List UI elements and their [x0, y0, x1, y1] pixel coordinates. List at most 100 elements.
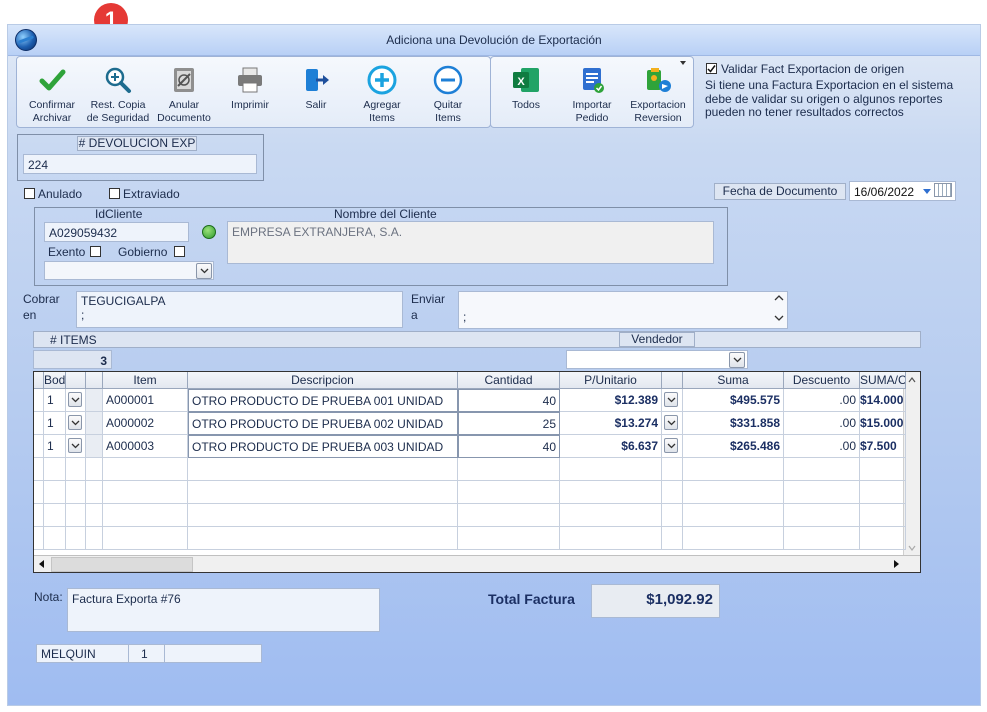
table-row[interactable]: [34, 481, 906, 504]
grid-cell[interactable]: [784, 481, 860, 504]
grid-header-cell[interactable]: Bodega: [44, 372, 66, 389]
grid-header-cell[interactable]: Descripcion: [188, 372, 458, 389]
items-grid[interactable]: Bodega ItemDescripcionCantidadP/Unitario S…: [33, 371, 921, 573]
grid-horizontal-scrollbar[interactable]: [34, 555, 920, 572]
table-row[interactable]: [34, 504, 906, 527]
grid-cell[interactable]: [860, 481, 906, 504]
table-row[interactable]: 1 A000003 OTRO PRODUCTO DE PRUEBA 003 UNID…: [34, 435, 906, 458]
row-dropdown-button[interactable]: [66, 389, 86, 412]
chevron-down-icon[interactable]: [68, 438, 82, 453]
bodega-cell[interactable]: 1: [44, 412, 66, 435]
grid-cell[interactable]: [784, 527, 860, 550]
verify-client-icon[interactable]: [202, 225, 216, 239]
exportacion-reversion-button[interactable]: Exportacion Reversion: [623, 57, 693, 125]
grid-cell[interactable]: [188, 527, 458, 550]
agregar-items-button[interactable]: Agregar Items: [347, 57, 417, 125]
grid-cell[interactable]: [86, 481, 103, 504]
confirmar-archivar-button[interactable]: Confirmar Archivar: [17, 57, 87, 125]
validar-checkbox[interactable]: [706, 63, 717, 74]
grid-header-cell[interactable]: Cantidad: [458, 372, 560, 389]
scroll-left-icon[interactable]: [34, 556, 50, 572]
grid-header-cell[interactable]: Item: [103, 372, 188, 389]
sumacon-cell[interactable]: $7.500: [860, 435, 906, 458]
bodega-cell[interactable]: 1: [44, 389, 66, 412]
grid-cell[interactable]: [458, 458, 560, 481]
grid-cell[interactable]: [86, 527, 103, 550]
grid-cell[interactable]: [103, 481, 188, 504]
toolbar-overflow-icon[interactable]: [680, 61, 686, 65]
enviar-scroll-icon[interactable]: [774, 294, 784, 324]
grid-cell[interactable]: [683, 527, 784, 550]
vendedor-dropdown-button[interactable]: [729, 352, 745, 368]
vendedor-select[interactable]: [566, 350, 748, 369]
grid-cell[interactable]: [44, 458, 66, 481]
grid-header-cell[interactable]: [34, 372, 44, 389]
date-dropdown-icon[interactable]: [923, 189, 931, 194]
enviar-field[interactable]: ;: [458, 291, 788, 329]
cliente-type-dropdown-button[interactable]: [196, 263, 212, 279]
descripcion-cell[interactable]: OTRO PRODUCTO DE PRUEBA 001 UNIDAD: [188, 389, 458, 412]
suma-cell[interactable]: $265.486: [683, 435, 784, 458]
table-row[interactable]: 1 A000001 OTRO PRODUCTO DE PRUEBA 001 UNID…: [34, 389, 906, 412]
sumacon-cell[interactable]: $14.000: [860, 389, 906, 412]
grid-cell[interactable]: [683, 481, 784, 504]
grid-cell[interactable]: [662, 527, 683, 550]
grid-cell[interactable]: [458, 504, 560, 527]
grid-cell[interactable]: [560, 504, 662, 527]
grid-cell[interactable]: [683, 504, 784, 527]
extraviado-checkbox[interactable]: [109, 188, 120, 199]
suma-cell[interactable]: $495.575: [683, 389, 784, 412]
grid-cell[interactable]: [103, 504, 188, 527]
grid-cell[interactable]: [86, 504, 103, 527]
grid-header-cell[interactable]: [662, 372, 683, 389]
grid-cell[interactable]: [784, 504, 860, 527]
grid-cell[interactable]: [860, 504, 906, 527]
grid-cell[interactable]: [103, 527, 188, 550]
grid-header-cell[interactable]: [66, 372, 86, 389]
salir-button[interactable]: Salir: [281, 57, 351, 125]
grid-cell[interactable]: [458, 527, 560, 550]
table-row[interactable]: [34, 527, 906, 550]
grid-cell[interactable]: [662, 504, 683, 527]
grid-cell[interactable]: [860, 527, 906, 550]
scroll-thumb[interactable]: [51, 557, 193, 572]
row-dropdown-button[interactable]: [66, 412, 86, 435]
idcliente-field[interactable]: A029059432: [44, 222, 189, 242]
rest-copia-button[interactable]: Rest. Copia de Seguridad: [83, 57, 153, 125]
nombre-cliente-field[interactable]: EMPRESA EXTRANJERA, S.A.: [227, 221, 714, 264]
grid-header-cell[interactable]: SUMA/CON: [860, 372, 906, 389]
grid-cell[interactable]: [683, 458, 784, 481]
devolucion-number-field[interactable]: 224: [23, 154, 257, 174]
cantidad-cell[interactable]: 25: [458, 412, 560, 435]
descuento-cell[interactable]: .00: [784, 389, 860, 412]
row-marker-cell[interactable]: [86, 412, 103, 435]
scroll-down-icon[interactable]: [904, 540, 920, 556]
item-cell[interactable]: A000002: [103, 412, 188, 435]
grid-header-cell[interactable]: P/Unitario: [560, 372, 662, 389]
grid-cell[interactable]: [188, 481, 458, 504]
scroll-right-icon[interactable]: [888, 556, 904, 572]
grid-header-cell[interactable]: Suma: [683, 372, 784, 389]
grid-cell[interactable]: [86, 458, 103, 481]
quitar-items-button[interactable]: Quitar Items: [413, 57, 483, 125]
sumacon-cell[interactable]: $15.000: [860, 412, 906, 435]
chevron-down-icon[interactable]: [664, 438, 678, 453]
cantidad-cell[interactable]: 40: [458, 435, 560, 458]
grid-cell[interactable]: [66, 481, 86, 504]
cliente-type-select[interactable]: [44, 261, 214, 280]
cantidad-cell[interactable]: 40: [458, 389, 560, 412]
descuento-cell[interactable]: .00: [784, 412, 860, 435]
descripcion-cell[interactable]: OTRO PRODUCTO DE PRUEBA 002 UNIDAD: [188, 412, 458, 435]
punitario-cell[interactable]: $13.274: [560, 412, 662, 435]
grid-cell[interactable]: [103, 458, 188, 481]
grid-cell[interactable]: [458, 481, 560, 504]
anulado-checkbox[interactable]: [24, 188, 35, 199]
suma-cell[interactable]: $331.858: [683, 412, 784, 435]
descripcion-cell[interactable]: OTRO PRODUCTO DE PRUEBA 003 UNIDAD: [188, 435, 458, 458]
exento-checkbox[interactable]: [90, 246, 101, 257]
importar-pedido-button[interactable]: Importar Pedido: [557, 57, 627, 125]
grid-cell[interactable]: [662, 481, 683, 504]
table-row[interactable]: [34, 458, 906, 481]
grid-cell[interactable]: [860, 458, 906, 481]
bodega-cell[interactable]: 1: [44, 435, 66, 458]
